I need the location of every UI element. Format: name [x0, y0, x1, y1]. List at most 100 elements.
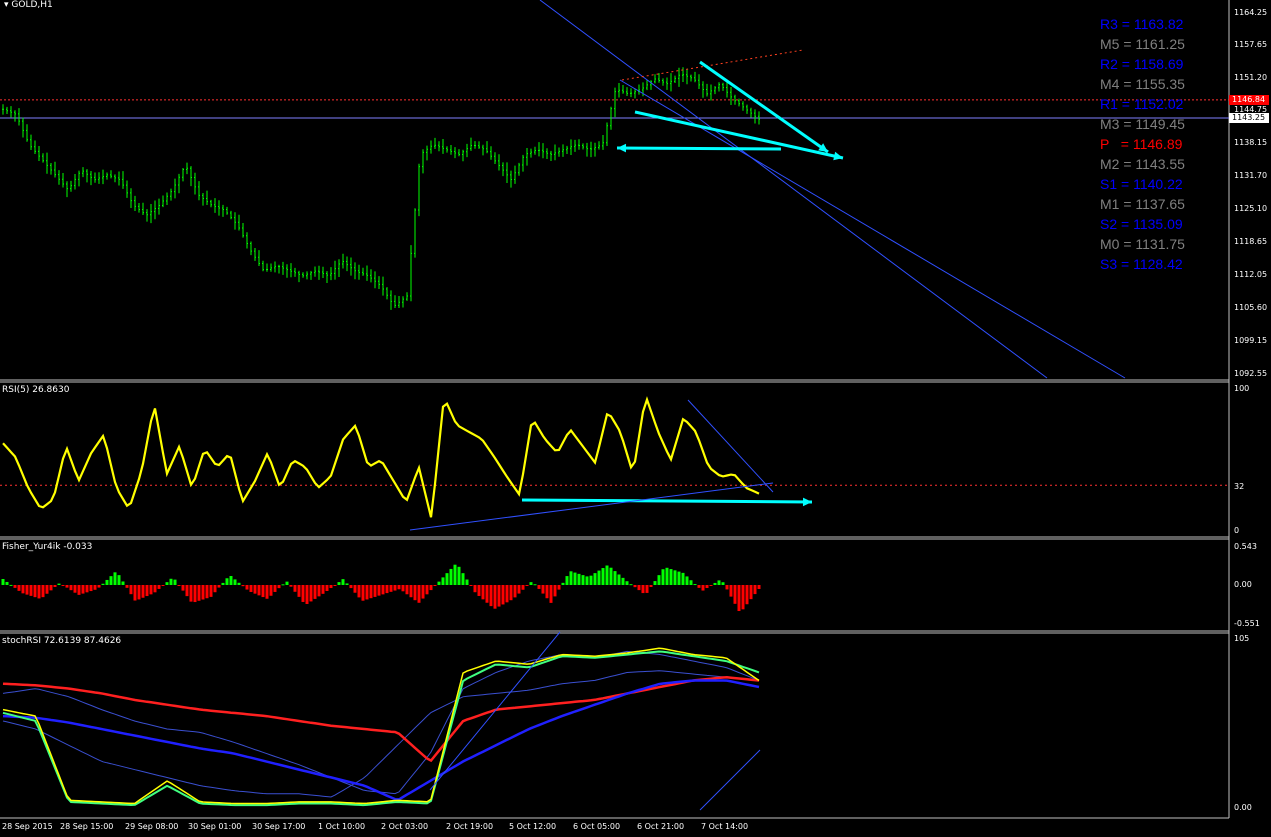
fisher-bar	[513, 585, 517, 598]
fisher-tick: 0.543	[1234, 542, 1257, 551]
pivot-s3: S3 = 1128.42	[1100, 256, 1183, 272]
fisher-bar	[257, 585, 261, 596]
time-tick: 30 Sep 17:00	[252, 822, 306, 831]
fisher-bar	[497, 585, 501, 607]
fisher-bar	[701, 585, 705, 591]
fisher-bar	[461, 573, 465, 585]
fisher-bar	[217, 585, 221, 588]
fisher-bar	[441, 577, 445, 585]
fisher-bar	[425, 585, 429, 595]
price-candles	[2, 67, 760, 310]
fisher-bar	[749, 585, 753, 600]
fisher-bar	[737, 585, 741, 612]
fisher-bar	[553, 585, 557, 597]
fisher-bar	[617, 574, 621, 585]
fisher-bar	[645, 585, 649, 593]
fisher-bar	[689, 580, 693, 585]
collapse-triangle-icon[interactable]: ▾	[4, 0, 9, 10]
main-chart-title[interactable]: ▾ GOLD,H1	[4, 0, 53, 10]
fisher-bar	[429, 585, 433, 591]
fisher-bar	[93, 585, 97, 590]
time-tick: 7 Oct 14:00	[701, 822, 749, 831]
price-tick: 1131.70	[1234, 171, 1268, 180]
fisher-bar	[105, 579, 109, 585]
fisher-bar	[433, 585, 437, 586]
fisher-bar	[249, 585, 253, 592]
symbol-timeframe-label: GOLD,H1	[11, 0, 53, 10]
fisher-bar	[377, 585, 381, 596]
fisher-bar	[505, 585, 509, 603]
time-tick: 1 Oct 10:00	[318, 822, 366, 831]
fisher-bar	[569, 571, 573, 585]
fisher-bar	[269, 585, 273, 596]
fisher-bar	[193, 585, 197, 603]
fisher-bar	[705, 585, 709, 589]
fisher-bar	[669, 569, 673, 585]
time-tick: 28 Sep 15:00	[60, 822, 114, 831]
fisher-bar	[521, 585, 525, 590]
fisher-bar	[157, 585, 161, 589]
fisher-bar	[45, 585, 49, 594]
fisher-bar	[529, 582, 533, 585]
fisher-bar	[133, 585, 137, 601]
fisher-bar	[41, 585, 45, 598]
fisher-bar	[253, 585, 257, 594]
fisher-bar	[77, 585, 81, 595]
fisher-bar	[73, 585, 77, 593]
fisher-bar	[273, 585, 277, 592]
pivot-m5: M5 = 1161.25	[1100, 36, 1185, 52]
fisher-bar	[285, 581, 289, 585]
fisher-bar	[289, 585, 293, 587]
arrow-left-head	[617, 143, 627, 153]
fisher-bar	[477, 585, 481, 596]
stoch-trendline-up	[429, 631, 561, 791]
fisher-bar	[661, 569, 665, 585]
fisher-bar	[673, 570, 677, 585]
fisher-bar	[381, 585, 385, 595]
fisher-bar	[313, 585, 317, 599]
fisher-bar	[385, 585, 389, 594]
fisher-bar	[141, 585, 145, 598]
fisher-bar	[693, 584, 697, 586]
time-tick: 6 Oct 05:00	[573, 822, 621, 831]
fisher-bar	[633, 585, 637, 588]
fisher-bar	[149, 585, 153, 595]
time-tick: 29 Sep 08:00	[125, 822, 179, 831]
fisher-bar	[293, 585, 297, 592]
fisher-bar	[297, 585, 301, 597]
price-tick: 1151.20	[1234, 73, 1268, 82]
fisher-bar	[85, 585, 89, 593]
fisher-bar	[757, 585, 761, 589]
fisher-bar	[225, 578, 229, 585]
stoch-band-upper	[2, 650, 760, 795]
fisher-bar	[445, 573, 449, 585]
rsi-panel-title: RSI(5) 26.8630	[2, 385, 70, 395]
fisher-tick: -0.551	[1234, 619, 1260, 628]
fisher-bar	[229, 576, 233, 585]
fisher-bar	[537, 585, 541, 589]
pivot-r2: R2 = 1158.69	[1100, 56, 1184, 72]
fisher-bar	[309, 585, 313, 602]
fisher-bar	[161, 585, 165, 586]
fisher-bar	[721, 582, 725, 585]
grid-lines	[0, 99, 1229, 486]
fisher-bar	[685, 576, 689, 585]
fisher-bar	[5, 581, 9, 585]
stoch-tick: 105	[1234, 634, 1250, 643]
fisher-bar	[533, 584, 537, 586]
fisher-bar	[681, 572, 685, 585]
fisher-bar	[21, 585, 25, 594]
fisher-bar	[481, 585, 485, 600]
time-tick: 2 Oct 03:00	[381, 822, 429, 831]
fisher-bar	[345, 583, 349, 585]
fisher-bar	[589, 575, 593, 585]
time-tick: 5 Oct 12:00	[509, 822, 557, 831]
bid-price-label: 1146.84	[1229, 95, 1269, 105]
fisher-histogram	[1, 564, 761, 612]
fisher-bar	[545, 585, 549, 599]
fisher-bar	[173, 579, 177, 585]
rsi-tick: 100	[1234, 384, 1250, 393]
chart-canvas	[0, 0, 1230, 819]
pivot-m1: M1 = 1137.65	[1100, 196, 1185, 212]
fisher-bar	[741, 585, 745, 610]
